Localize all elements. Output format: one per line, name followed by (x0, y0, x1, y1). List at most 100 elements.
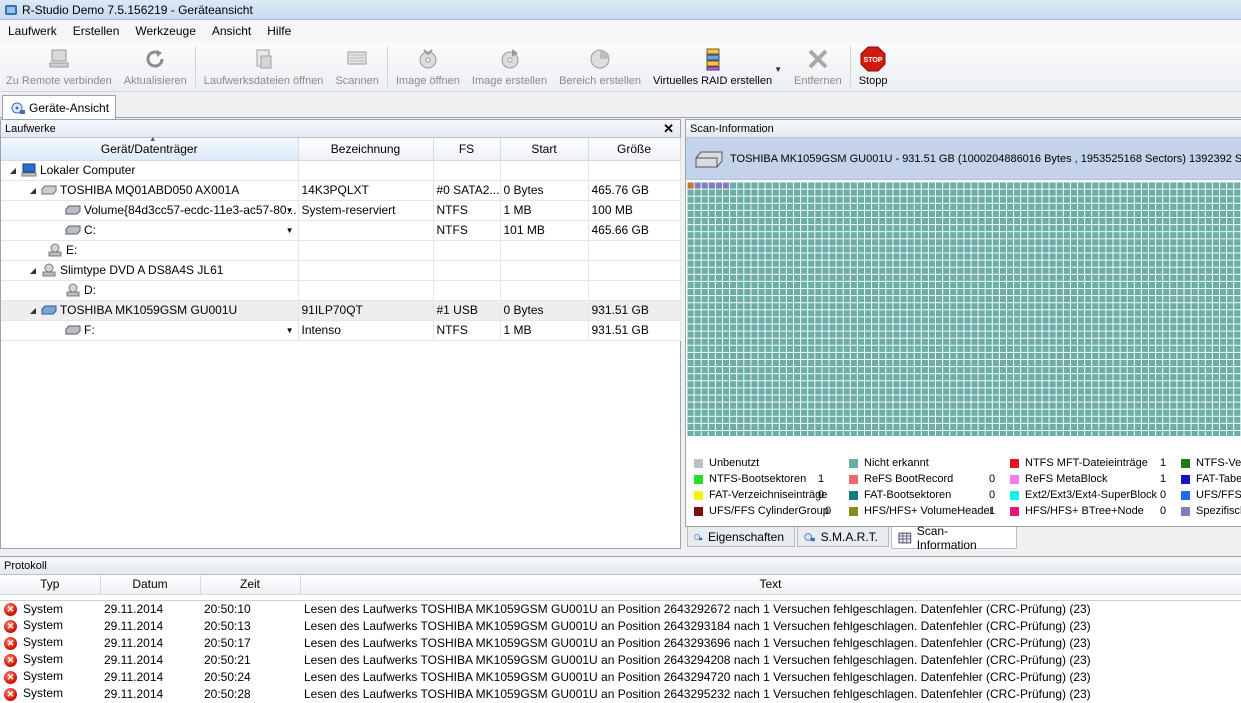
tab-geraete-ansicht[interactable]: Geräte-Ansicht (2, 95, 116, 119)
sector-cell (843, 331, 850, 338)
table-row[interactable]: ◢ Slimtype DVD A DS8A4S JL61 (1, 260, 681, 281)
table-row-selected[interactable]: ◢ TOSHIBA MK1059GSM GU001U 91ILP70QT #1 … (1, 300, 681, 321)
sector-map-grid (687, 182, 1241, 436)
tree-collapse-icon[interactable]: ◢ (28, 306, 38, 315)
sector-cell (822, 210, 829, 217)
column-header-label[interactable]: Bezeichnung (298, 138, 434, 161)
sector-cell (1191, 395, 1198, 402)
sector-cell (801, 409, 808, 416)
log-row[interactable]: ✕ System 29.11.2014 20:50:24 Lesen des La… (0, 668, 1241, 685)
refresh-button[interactable]: Aktualisieren (118, 42, 193, 91)
log-row[interactable]: ✕ System 29.11.2014 20:50:17 Lesen des La… (0, 634, 1241, 651)
sector-cell (1149, 232, 1156, 239)
sector-cell (999, 189, 1006, 196)
sector-cell (999, 423, 1006, 430)
sector-cell (1092, 409, 1099, 416)
sector-cell (1156, 395, 1163, 402)
column-header-time[interactable]: Zeit (200, 575, 301, 595)
sector-cell (1191, 324, 1198, 331)
table-row[interactable]: C: ▼ NTFS 101 MB 465.66 GB (1, 220, 681, 241)
column-header-date[interactable]: Datum (100, 575, 201, 595)
menu-werkzeuge[interactable]: Werkzeuge (127, 20, 203, 42)
sector-cell (865, 246, 872, 253)
table-row[interactable]: D: (1, 280, 681, 301)
sector-cell (928, 210, 935, 217)
sector-cell (850, 274, 857, 281)
chevron-down-icon[interactable]: ▼ (286, 326, 294, 335)
connect-remote-button[interactable]: Zu Remote verbinden (0, 42, 118, 91)
close-icon[interactable]: ✕ (663, 120, 674, 138)
sector-cell (936, 416, 943, 423)
table-row[interactable]: ◢ Lokaler Computer (1, 160, 681, 181)
menu-hilfe[interactable]: Hilfe (259, 20, 299, 42)
table-row[interactable]: E: (1, 240, 681, 261)
column-header-text[interactable]: Text (300, 575, 1241, 595)
menu-ansicht[interactable]: Ansicht (204, 20, 259, 42)
sector-cell (1177, 310, 1184, 317)
stop-button[interactable]: STOP Stopp (853, 42, 894, 91)
sector-cell (1014, 239, 1021, 246)
sector-cell (900, 267, 907, 274)
open-image-button[interactable]: Image öffnen (390, 42, 466, 91)
sector-cell (822, 331, 829, 338)
sector-cell (1163, 338, 1170, 345)
sector-cell (1134, 388, 1141, 395)
menu-erstellen[interactable]: Erstellen (65, 20, 128, 42)
tree-collapse-icon[interactable]: ◢ (28, 186, 38, 195)
sector-cell (985, 239, 992, 246)
sector-cell (1035, 232, 1042, 239)
log-type: System (23, 686, 64, 701)
sector-cell (914, 423, 921, 430)
remove-button[interactable]: Entfernen (788, 42, 848, 91)
sector-cell (794, 246, 801, 253)
sector-cell (1049, 352, 1056, 359)
sector-cell (815, 239, 822, 246)
sector-cell (737, 260, 744, 267)
column-header-size[interactable]: Größe (588, 138, 681, 161)
log-row[interactable]: ✕ System 29.11.2014 20:50:28 Lesen des La… (0, 685, 1241, 702)
log-row[interactable]: ✕ System 29.11.2014 20:50:10 Lesen des La… (0, 600, 1241, 617)
sector-cell (1220, 232, 1227, 239)
tab-eigenschaften[interactable]: Eigenschaften (687, 527, 795, 547)
sector-cell (978, 289, 985, 296)
tab-smart[interactable]: S.M.A.R.T. (797, 527, 889, 547)
table-row[interactable]: ◢ TOSHIBA MQ01ABD050 AX001A 14K3PQLXT #0… (1, 180, 681, 201)
sector-cell (1177, 431, 1184, 436)
sector-cell (1113, 416, 1120, 423)
chevron-down-icon[interactable]: ▼ (286, 226, 294, 235)
create-virtual-raid-button[interactable]: Virtuelles RAID erstellen (647, 42, 778, 91)
sector-cell (786, 218, 793, 225)
tab-scan-information[interactable]: Scan-Information (891, 524, 1017, 552)
log-row[interactable]: ✕ System 29.11.2014 20:50:21 Lesen des La… (0, 651, 1241, 668)
sector-cell (772, 196, 779, 203)
scan-button[interactable]: Scannen (329, 42, 384, 91)
column-header-device[interactable]: ▲ Gerät/Datenträger (1, 136, 299, 161)
log-row[interactable]: ✕ System 29.11.2014 20:50:13 Lesen des La… (0, 617, 1241, 634)
sector-cell (1184, 360, 1191, 367)
sector-cell (992, 317, 999, 324)
sector-cell (723, 232, 730, 239)
create-region-button[interactable]: Bereich erstellen (553, 42, 647, 91)
open-drive-files-button[interactable]: Laufwerksdateien öffnen (198, 42, 330, 91)
chevron-down-icon[interactable]: ▼ (774, 65, 782, 74)
sector-cell (794, 374, 801, 381)
column-header-fs[interactable]: FS (433, 138, 501, 161)
sector-cell (1141, 338, 1148, 345)
sector-cell (829, 395, 836, 402)
sector-cell (1227, 423, 1234, 430)
tree-collapse-icon[interactable]: ◢ (8, 166, 18, 175)
sector-cell (1063, 232, 1070, 239)
table-row[interactable]: Volume{84d3cc57-ecdc-11e3-ac57-80... ▼ S… (1, 200, 681, 221)
menu-laufwerk[interactable]: Laufwerk (0, 20, 65, 42)
create-image-button[interactable]: Image erstellen (466, 42, 553, 91)
sector-cell (708, 267, 715, 274)
sector-cell (872, 324, 879, 331)
tree-collapse-icon[interactable]: ◢ (28, 266, 38, 275)
sector-cell (1035, 182, 1042, 189)
table-row[interactable]: F: ▼ Intenso NTFS 1 MB 931.51 GB (1, 320, 681, 341)
column-header-start[interactable]: Start (500, 138, 589, 161)
chevron-down-icon[interactable]: ▼ (286, 206, 294, 215)
column-header-type[interactable]: Typ (0, 575, 101, 595)
sector-cell (872, 210, 879, 217)
sector-cell (758, 317, 765, 324)
